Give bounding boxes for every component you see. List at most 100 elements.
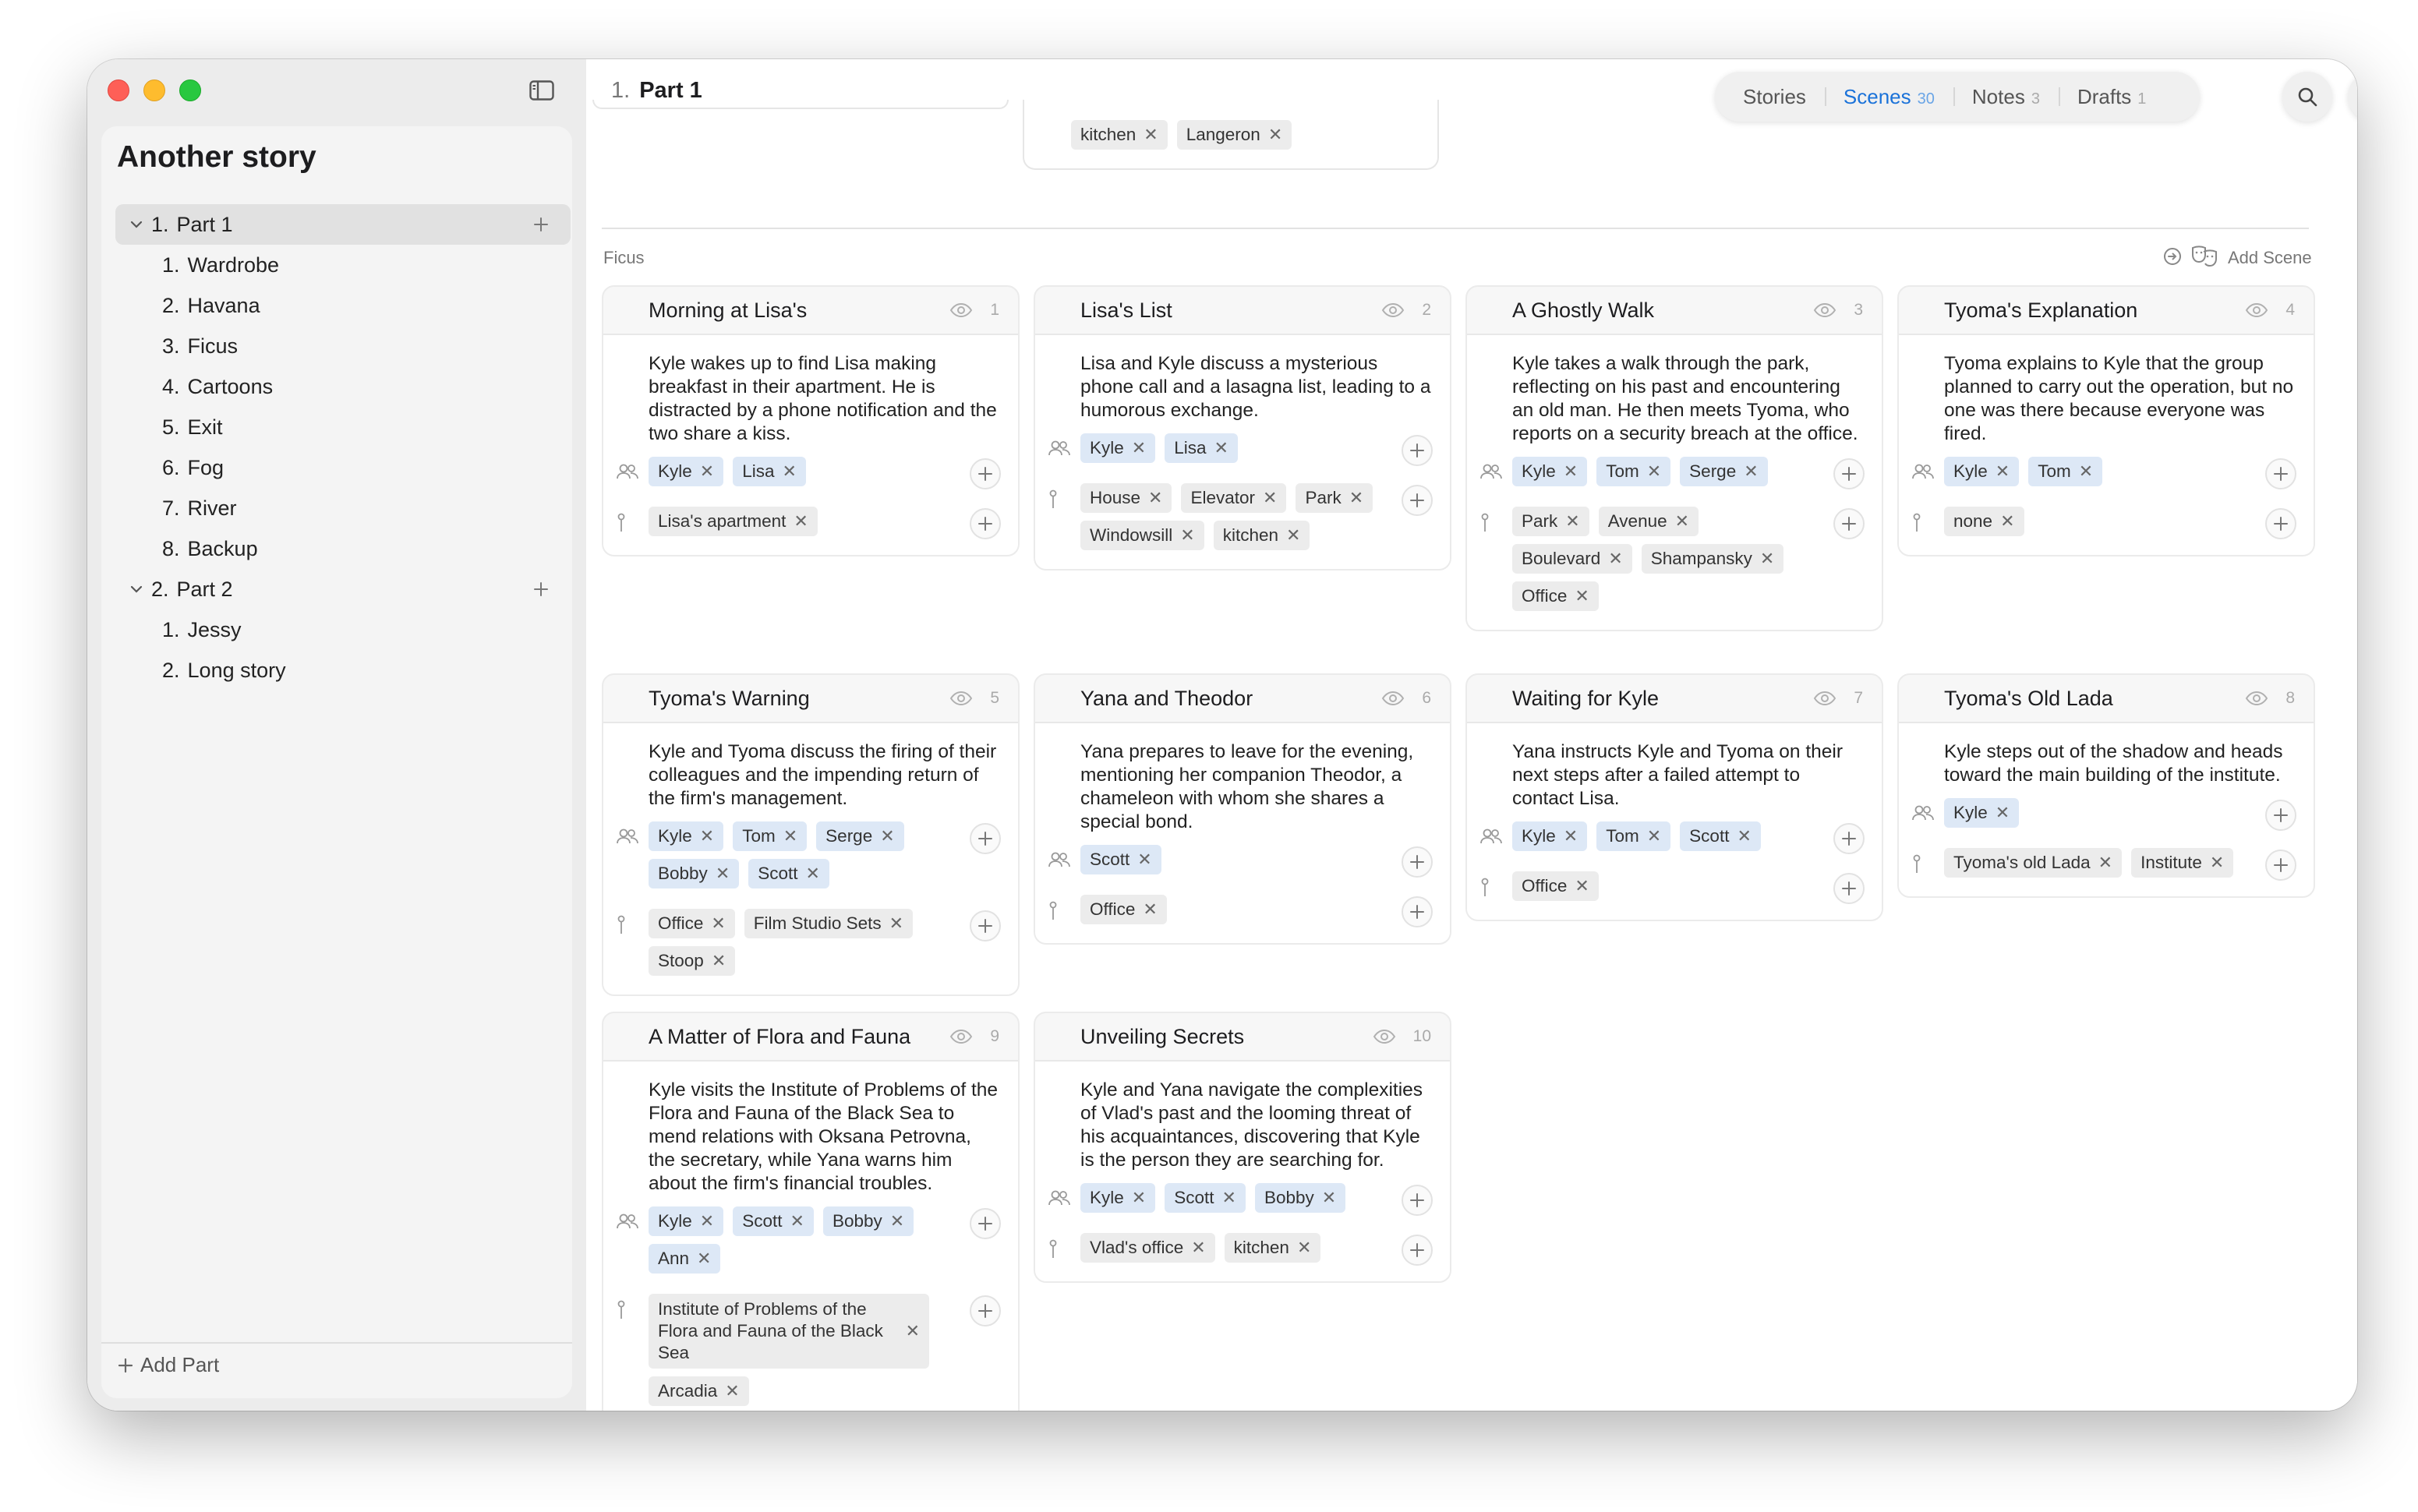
place-pin-icon[interactable] [616,513,627,533]
tab-scenes[interactable]: Scenes 30 [1824,72,1953,122]
close-window-button[interactable] [108,79,129,101]
place-tag[interactable]: Boulevard ✕ [1512,544,1632,574]
scene-tag-rows[interactable]: Kyle ✕ Tom ✕ Scott ✕ Office ✕ [1467,818,1882,920]
remove-tag-icon[interactable]: ✕ [1143,899,1157,920]
place-tag[interactable]: Park ✕ [1296,483,1373,513]
character-tag[interactable]: Kyle ✕ [1512,821,1588,851]
eye-icon[interactable] [1381,302,1405,318]
place-pin-icon[interactable] [616,1300,627,1320]
outline-part[interactable]: 2. Part 2 [115,569,571,609]
eye-icon[interactable] [949,691,973,706]
places-row[interactable]: House ✕ Elevator ✕ Park ✕ Windowsill ✕ kitchen ✕ [1035,480,1450,561]
place-tag[interactable]: Park ✕ [1512,507,1589,536]
group-arrow-icon[interactable] [2162,246,2183,270]
remove-tag-icon[interactable]: ✕ [806,864,820,884]
remove-tag-icon[interactable]: ✕ [1996,803,2010,823]
remove-tag-icon[interactable]: ✕ [1575,586,1589,606]
toggle-sidebar-button[interactable] [522,75,561,106]
add-character-button[interactable] [970,823,1001,854]
eye-icon[interactable] [949,302,973,318]
add-place-button[interactable] [1402,896,1433,927]
remove-tag-icon[interactable]: ✕ [711,913,725,934]
chevron-down-icon[interactable] [126,217,147,231]
place-tag[interactable]: Institute of Problems of the Flora and F… [649,1294,929,1369]
place-tag[interactable]: Office ✕ [1512,871,1599,901]
scene-card-header[interactable]: Waiting for Kyle 7 [1467,675,1882,723]
scene-tag-rows[interactable]: Scott ✕ Office ✕ [1035,842,1450,943]
scene-card[interactable]: Tyoma's Old Lada 8 Kyle steps out of the s… [1897,673,2315,898]
scene-tag-rows[interactable]: Kyle ✕ Tom ✕ none ✕ [1899,454,2314,555]
scene-tag-rows[interactable]: Kyle ✕ Tom ✕ Serge ✕ Bobby ✕ Scott ✕ Office ✕ Film S… [603,818,1018,994]
character-tag[interactable]: Scott ✕ [748,859,829,888]
add-character-button[interactable] [1402,846,1433,878]
remove-tag-icon[interactable]: ✕ [790,1211,804,1231]
place-pin-icon[interactable] [1479,513,1490,533]
eye-icon[interactable] [2245,302,2268,318]
add-place-button[interactable] [2265,850,2296,881]
add-place-button[interactable] [2265,508,2296,539]
search-button[interactable] [2282,72,2332,122]
places-row[interactable]: Office ✕ [1467,868,1882,912]
places-row[interactable]: Lisa's apartment ✕ [603,503,1018,547]
remove-tag-icon[interactable]: ✕ [1996,461,2010,482]
character-tag[interactable]: Ann ✕ [649,1244,721,1274]
outline-chapter[interactable]: 8. Backup [115,528,571,569]
scene-tag-rows[interactable]: Kyle ✕ Lisa ✕ House ✕ Elevator ✕ Park ✕ Windowsill… [1035,430,1450,569]
add-character-button[interactable] [970,458,1001,489]
remove-tag-icon[interactable]: ✕ [700,461,714,482]
remove-tag-icon[interactable]: ✕ [1297,1238,1311,1258]
place-tag[interactable]: Avenue ✕ [1598,507,1699,536]
remove-tag-icon[interactable]: ✕ [2000,511,2014,532]
character-tag[interactable]: Tom ✕ [1596,457,1671,486]
characters-icon[interactable] [1048,1189,1071,1206]
place-tag[interactable]: Langeron ✕ [1176,120,1292,150]
characters-icon[interactable] [616,463,639,480]
scene-tag-rows[interactable]: Kyle ✕ Scott ✕ Bobby ✕ Vlad's office ✕ kitchen ✕ [1035,1180,1450,1281]
scene-card[interactable]: Tyoma's Explanation 4 Tyoma explains to Ky… [1897,285,2315,556]
outline-chapter[interactable]: 1. Jessy [115,609,571,650]
remove-tag-icon[interactable]: ✕ [1214,438,1228,458]
characters-row[interactable]: Kyle ✕ Tom ✕ Serge ✕ [1467,454,1882,497]
scene-card[interactable]: A Matter of Flora and Fauna 9 Kyle visits … [602,1012,1020,1411]
tab-drafts[interactable]: Drafts 1 [2058,72,2165,122]
scene-card-header[interactable]: Lisa's List 2 [1035,287,1450,335]
character-tag[interactable]: Bobby ✕ [1254,1183,1346,1213]
remove-tag-icon[interactable]: ✕ [712,951,726,971]
character-tag[interactable]: Lisa ✕ [733,457,806,486]
remove-tag-icon[interactable]: ✕ [1760,549,1774,569]
character-tag[interactable]: Kyle ✕ [1944,457,2020,486]
characters-icon[interactable] [1479,828,1503,845]
place-tag[interactable]: Elevator ✕ [1181,483,1287,513]
character-tag[interactable]: Kyle ✕ [1080,1183,1156,1213]
place-pin-icon[interactable] [1048,1239,1059,1259]
remove-tag-icon[interactable]: ✕ [1268,125,1282,145]
characters-row[interactable]: Kyle ✕ Tom ✕ Scott ✕ [1467,818,1882,862]
remove-tag-icon[interactable]: ✕ [1148,488,1162,508]
character-tag[interactable]: Lisa ✕ [1165,433,1238,463]
remove-tag-icon[interactable]: ✕ [783,461,797,482]
character-tag[interactable]: Tom ✕ [733,821,808,851]
scene-card[interactable]: Unveiling Secrets 10 Kyle and Yana navigat… [1034,1012,1451,1283]
tab-notes[interactable]: Notes 3 [1953,72,2059,122]
add-character-button[interactable] [2265,800,2296,831]
remove-tag-icon[interactable]: ✕ [1675,511,1689,532]
characters-row[interactable]: Scott ✕ [1035,842,1450,885]
characters-icon[interactable] [1048,851,1071,868]
character-tag[interactable]: Kyle ✕ [649,821,724,851]
remove-tag-icon[interactable]: ✕ [1564,826,1578,846]
add-place-button[interactable] [1833,508,1865,539]
character-tag[interactable]: Kyle ✕ [649,457,724,486]
remove-tag-icon[interactable]: ✕ [725,1381,739,1401]
outline-chapter[interactable]: 2. Long story [115,650,571,691]
place-tag[interactable]: Vlad's office ✕ [1080,1233,1215,1263]
scene-card-header[interactable]: A Ghostly Walk 3 [1467,287,1882,335]
remove-tag-icon[interactable]: ✕ [880,826,894,846]
outline-chapter[interactable]: 7. River [115,488,571,528]
outline-chapter[interactable]: 2. Havana [115,285,571,326]
places-row[interactable]: none ✕ [1899,503,2314,547]
remove-tag-icon[interactable]: ✕ [1222,1188,1236,1208]
theater-masks-icon[interactable] [2190,245,2218,272]
scene-card[interactable]: A Ghostly Walk 3 Kyle takes a walk through… [1465,285,1883,631]
zoom-window-button[interactable] [179,79,201,101]
outline-chapter[interactable]: 1. Wardrobe [115,245,571,285]
